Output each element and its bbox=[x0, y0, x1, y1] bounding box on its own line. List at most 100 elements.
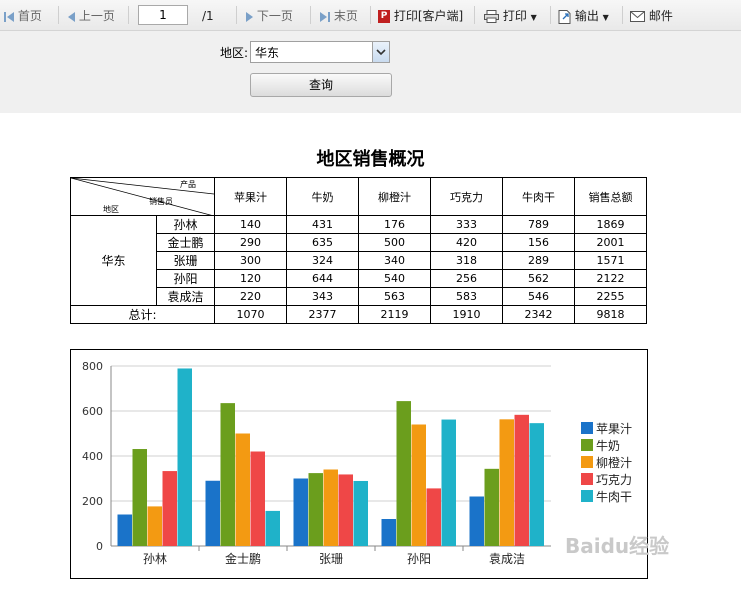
next-page-button[interactable]: 下一页 bbox=[246, 7, 293, 25]
legend-swatch bbox=[581, 439, 593, 451]
salesperson-cell: 孙阳 bbox=[156, 269, 215, 288]
y-tick-label: 0 bbox=[96, 540, 103, 553]
value-cell: 289 bbox=[502, 251, 575, 270]
bar bbox=[117, 514, 132, 546]
next-page-icon bbox=[246, 11, 253, 22]
collapse-tab[interactable] bbox=[625, 135, 735, 145]
bar bbox=[250, 451, 265, 546]
prev-page-button[interactable]: 上一页 bbox=[68, 7, 115, 25]
page-number-input[interactable] bbox=[138, 5, 188, 25]
bar bbox=[426, 488, 441, 546]
value-cell: 156 bbox=[502, 233, 575, 252]
legend-label: 苹果汁 bbox=[596, 422, 632, 436]
value-cell: 1571 bbox=[574, 251, 647, 270]
x-tick-label: 金士鹏 bbox=[225, 551, 261, 566]
query-button[interactable]: 查询 bbox=[250, 73, 392, 97]
page-total: /1 bbox=[202, 9, 214, 23]
salesperson-cell: 孙林 bbox=[156, 215, 215, 234]
mail-icon bbox=[630, 11, 645, 22]
last-page-button[interactable]: 末页 bbox=[320, 7, 358, 25]
value-cell: 176 bbox=[358, 215, 431, 234]
column-header: 苹果汁 bbox=[214, 177, 287, 216]
value-cell: 583 bbox=[430, 287, 503, 306]
value-cell: 562 bbox=[502, 269, 575, 288]
region-cell: 华东 bbox=[70, 215, 157, 306]
total-label: 总计: bbox=[70, 305, 215, 324]
bar bbox=[235, 433, 250, 546]
corner-header-cell: 产品 销售员 地区 bbox=[70, 177, 215, 216]
value-cell: 340 bbox=[358, 251, 431, 270]
legend-swatch bbox=[581, 473, 593, 485]
toolbar-divider bbox=[310, 6, 311, 24]
bar bbox=[308, 473, 323, 546]
value-cell: 2255 bbox=[574, 287, 647, 306]
legend-label: 柳橙汁 bbox=[596, 455, 632, 470]
value-cell: 789 bbox=[502, 215, 575, 234]
chevron-down-icon bbox=[376, 49, 386, 56]
toolbar-divider bbox=[550, 6, 551, 24]
bar bbox=[381, 519, 396, 546]
x-tick-label: 孙林 bbox=[143, 552, 167, 566]
sales-table: 产品 销售员 地区 苹果汁 牛奶 柳橙汁 巧克力 牛肉干 销售总额 华东 孙林 … bbox=[70, 177, 647, 324]
corner-sales-label: 销售员 bbox=[149, 197, 173, 206]
bar bbox=[353, 480, 368, 546]
x-tick-label: 孙阳 bbox=[407, 552, 431, 566]
value-cell: 256 bbox=[430, 269, 503, 288]
region-label: 地区: bbox=[220, 46, 249, 60]
legend-swatch bbox=[581, 490, 593, 502]
total-cell: 1910 bbox=[430, 305, 503, 324]
y-tick-label: 600 bbox=[82, 405, 103, 418]
value-cell: 343 bbox=[286, 287, 359, 306]
print-client-button[interactable]: P 打印[客户端] bbox=[378, 7, 463, 25]
total-cell: 2342 bbox=[502, 305, 575, 324]
bar bbox=[529, 423, 544, 546]
filter-panel: 地区: 华东 查询 bbox=[0, 31, 741, 145]
bar bbox=[205, 480, 220, 546]
last-page-icon bbox=[320, 8, 330, 26]
column-header: 销售总额 bbox=[574, 177, 647, 216]
column-header: 牛肉干 bbox=[502, 177, 575, 216]
value-cell: 644 bbox=[286, 269, 359, 288]
salesperson-cell: 金士鹏 bbox=[156, 233, 215, 252]
bar bbox=[441, 419, 456, 546]
region-select[interactable]: 华东 bbox=[250, 41, 390, 63]
chevron-down-icon: ▼ bbox=[602, 13, 609, 22]
bar bbox=[177, 368, 192, 546]
salesperson-cell: 袁成洁 bbox=[156, 287, 215, 306]
value-cell: 420 bbox=[430, 233, 503, 252]
legend-label: 巧克力 bbox=[596, 473, 632, 487]
bar bbox=[396, 401, 411, 546]
report-toolbar: 首页 上一页 /1 下一页 末页 P 打印[客户端] 打印 ▼ 输出 ▼ 邮件 bbox=[0, 0, 741, 31]
toolbar-divider bbox=[128, 6, 129, 24]
value-cell: 635 bbox=[286, 233, 359, 252]
first-page-button[interactable]: 首页 bbox=[4, 7, 42, 25]
value-cell: 318 bbox=[430, 251, 503, 270]
sales-bar-chart: 0 200 400 600 800 孙林 金士鹏 张珊 孙阳 袁成洁 苹果汁 牛奶 柳橙汁 巧克力 牛肉干 bbox=[70, 349, 648, 579]
value-cell: 2122 bbox=[574, 269, 647, 288]
bar bbox=[499, 419, 514, 546]
dropdown-arrow-button[interactable] bbox=[372, 42, 389, 62]
legend-label: 牛肉干 bbox=[596, 489, 632, 504]
corner-region-label: 地区 bbox=[103, 205, 119, 214]
bar bbox=[469, 496, 484, 546]
bar bbox=[132, 449, 147, 546]
mail-button[interactable]: 邮件 bbox=[630, 7, 673, 25]
value-cell: 1869 bbox=[574, 215, 647, 234]
export-button[interactable]: 输出 ▼ bbox=[558, 7, 609, 25]
print-button[interactable]: 打印 ▼ bbox=[484, 7, 537, 25]
value-cell: 120 bbox=[214, 269, 287, 288]
column-header: 牛奶 bbox=[286, 177, 359, 216]
value-cell: 333 bbox=[430, 215, 503, 234]
chart-canvas: 0 200 400 600 800 孙林 金士鹏 张珊 孙阳 袁成洁 苹果汁牛奶柳橙汁巧克力牛肉干 bbox=[82, 360, 632, 566]
bar bbox=[220, 403, 235, 546]
salesperson-cell: 张珊 bbox=[156, 251, 215, 270]
report-title: 地区销售概况 bbox=[316, 149, 425, 170]
total-cell: 2377 bbox=[286, 305, 359, 324]
value-cell: 546 bbox=[502, 287, 575, 306]
corner-product-label: 产品 bbox=[180, 180, 196, 189]
region-select-value: 华东 bbox=[255, 46, 280, 60]
bar bbox=[338, 474, 353, 546]
value-cell: 431 bbox=[286, 215, 359, 234]
toolbar-divider bbox=[622, 6, 623, 24]
column-header: 巧克力 bbox=[430, 177, 503, 216]
